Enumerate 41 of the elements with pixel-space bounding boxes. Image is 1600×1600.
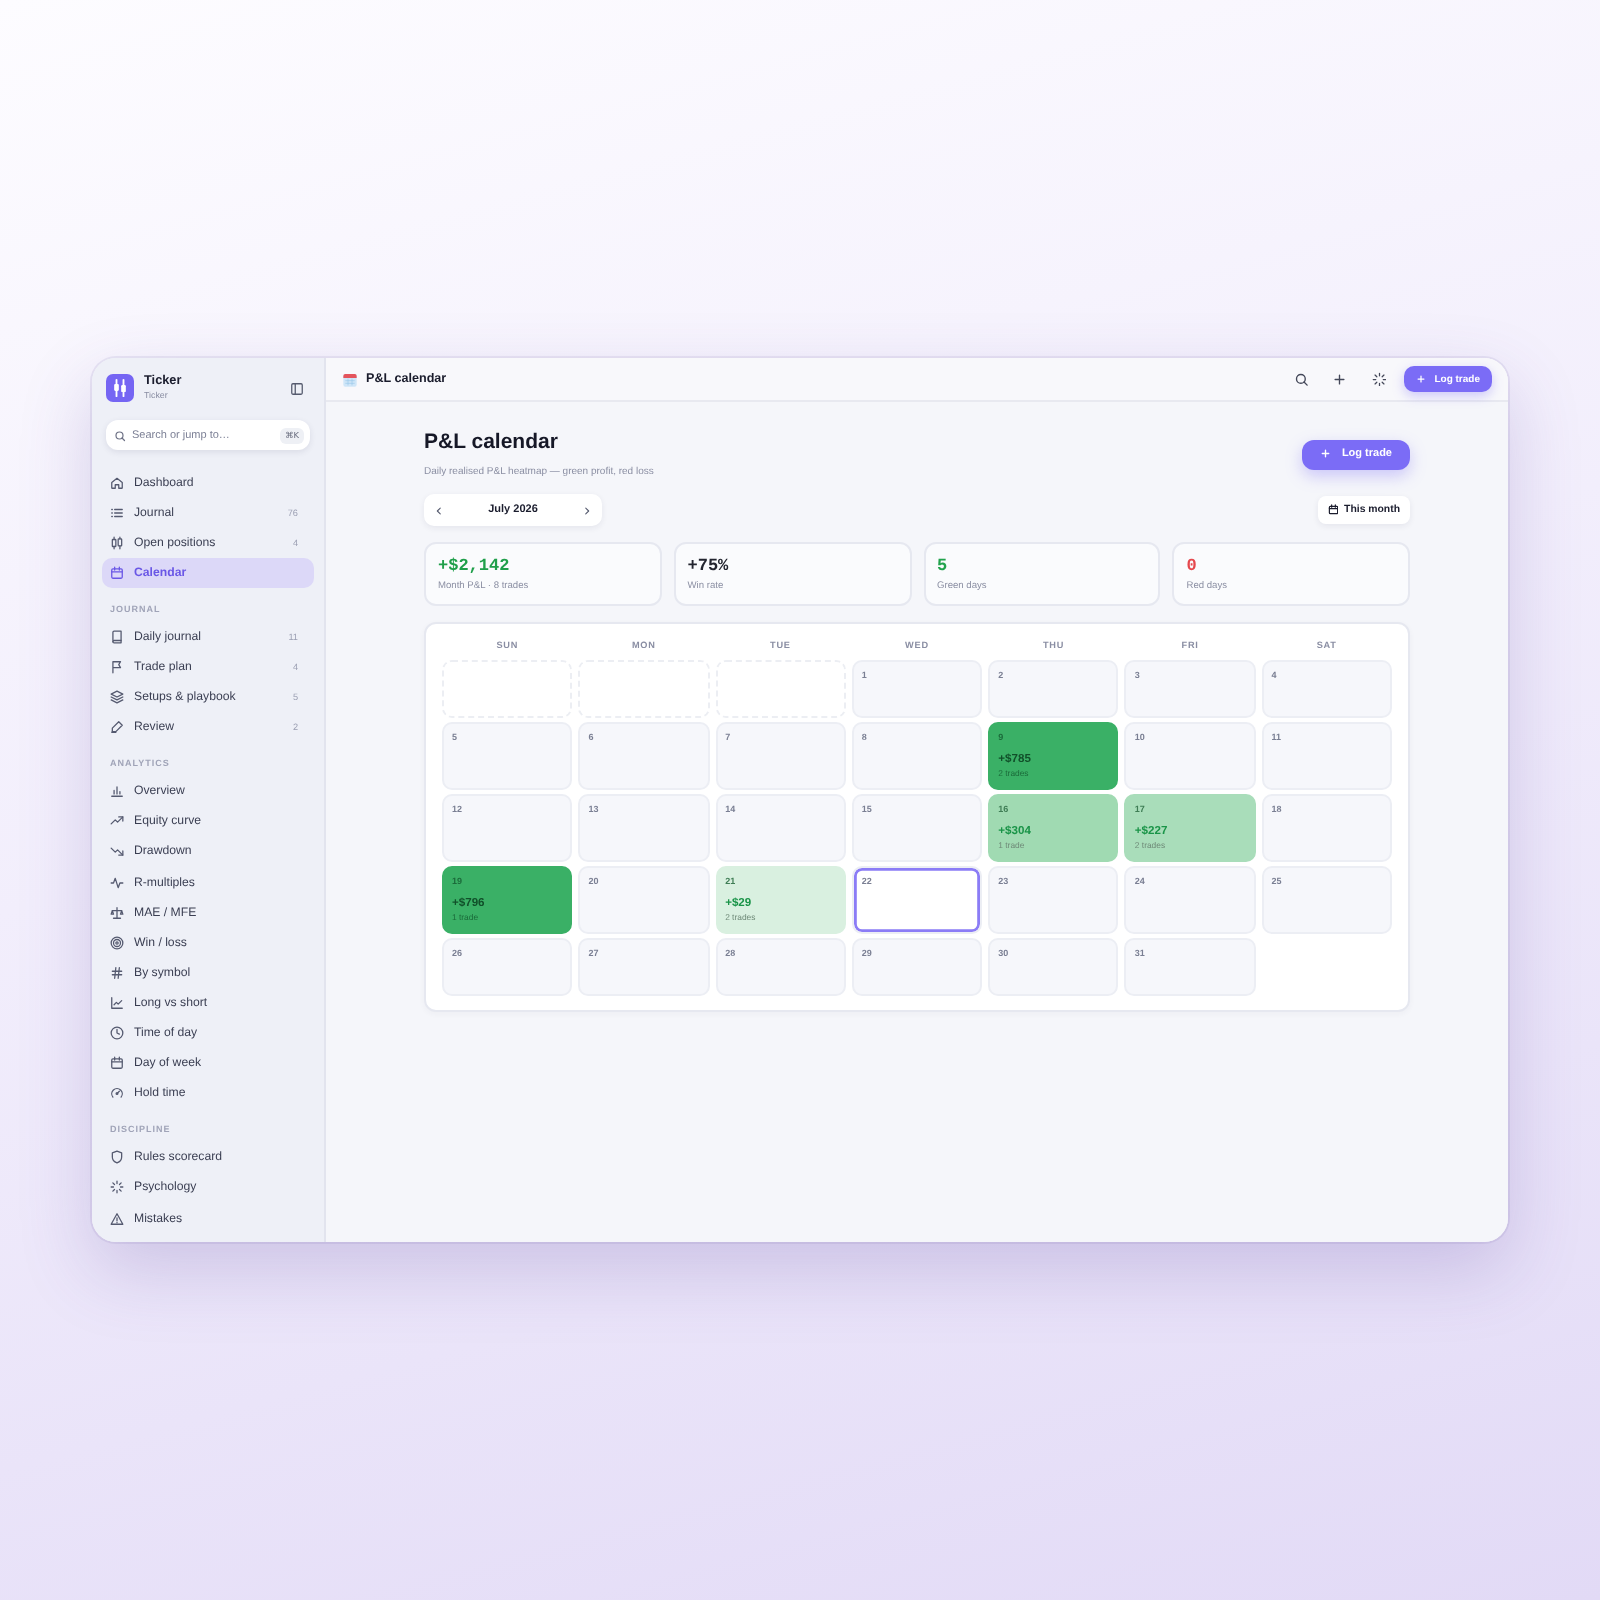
clock-icon <box>110 1026 124 1041</box>
sidebar-toggle-icon[interactable] <box>290 381 304 395</box>
trend-up-icon <box>110 814 124 829</box>
calendar-icon <box>110 565 124 580</box>
line-chart-icon <box>110 995 124 1010</box>
layers-icon <box>110 690 124 705</box>
trend-down-icon <box>110 844 124 859</box>
next-month-button[interactable] <box>580 501 594 519</box>
stat-value: 0 <box>1186 555 1199 575</box>
calendar-icon <box>342 371 358 387</box>
gauge-icon <box>110 1086 124 1101</box>
plus-icon[interactable] <box>1332 371 1348 387</box>
target-icon <box>110 935 124 950</box>
previous-month-button[interactable] <box>432 501 446 519</box>
loader-icon <box>110 1180 124 1195</box>
search-icon[interactable] <box>1293 371 1309 387</box>
bar-chart-icon <box>110 784 124 799</box>
book-icon <box>110 629 124 644</box>
plus-icon <box>1320 448 1332 460</box>
loader-icon[interactable] <box>1371 371 1387 387</box>
shield-icon <box>110 1150 124 1165</box>
logo-icon <box>106 374 134 402</box>
chevron-right-icon <box>582 503 592 517</box>
chevron-left-icon <box>434 503 444 517</box>
search-icon <box>114 429 126 441</box>
stat-value: +75% <box>687 555 731 575</box>
pulse-icon <box>110 875 124 890</box>
stat-value: +$2,142 <box>438 555 512 575</box>
home-icon <box>110 475 124 490</box>
candlestick-icon <box>110 535 124 550</box>
hash-icon <box>110 965 124 980</box>
page-heading: P&L calendar <box>424 428 560 458</box>
warning-icon <box>110 1211 124 1226</box>
calendar-icon <box>110 1056 124 1071</box>
flag-icon <box>110 660 124 675</box>
scale-icon <box>110 905 124 920</box>
stat-value: 5 <box>937 555 950 575</box>
calendar-icon <box>1327 504 1339 516</box>
list-icon <box>110 505 124 520</box>
plus-icon <box>1416 374 1427 384</box>
pen-icon <box>110 720 124 735</box>
